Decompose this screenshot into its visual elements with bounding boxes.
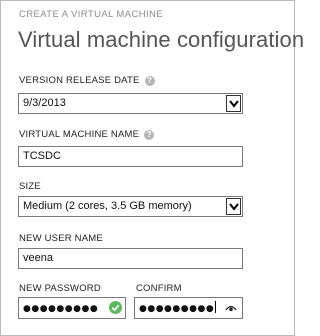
text-caret: [215, 301, 217, 313]
chevron-down-icon[interactable]: [226, 95, 241, 112]
new-password-masked: ●●●●●●●●●: [23, 304, 99, 314]
confirm-password-masked: ●●●●●●●●●: [139, 304, 215, 314]
version-release-date-value: 9/3/2013: [23, 97, 66, 109]
page-title: Virtual machine configuration: [18, 27, 305, 52]
size-value: Medium (2 cores, 3.5 GB memory): [23, 200, 192, 212]
vm-name-label-text: VIRTUAL MACHINE NAME: [19, 129, 140, 140]
user-name-label: NEW USER NAME: [19, 233, 103, 244]
check-icon: [109, 301, 122, 314]
new-password-label: NEW PASSWORD: [19, 283, 101, 294]
version-release-date-select[interactable]: 9/3/2013: [18, 93, 243, 114]
dialog-frame: CREATE A VIRTUAL MACHINE Virtual machine…: [0, 0, 304, 336]
eye-icon[interactable]: [225, 302, 237, 313]
vm-name-label: VIRTUAL MACHINE NAME?: [19, 129, 155, 140]
size-label: SIZE: [19, 181, 41, 192]
vm-name-value: TCSDC: [23, 150, 61, 162]
chevron-down-icon[interactable]: [226, 198, 241, 215]
confirm-password-input[interactable]: ●●●●●●●●●: [134, 297, 243, 319]
wizard-eyebrow: CREATE A VIRTUAL MACHINE: [19, 9, 164, 20]
user-name-input[interactable]: veena: [18, 248, 243, 269]
question-icon[interactable]: ?: [144, 130, 155, 140]
version-release-date-label: VERSION RELEASE DATE?: [19, 75, 155, 86]
version-release-date-label-text: VERSION RELEASE DATE: [19, 75, 140, 86]
confirm-label: CONFIRM: [136, 283, 182, 294]
user-name-value: veena: [23, 252, 53, 264]
new-password-input[interactable]: ●●●●●●●●●: [18, 297, 126, 319]
vm-name-input[interactable]: TCSDC: [18, 146, 243, 167]
question-icon[interactable]: ?: [144, 76, 155, 86]
size-select[interactable]: Medium (2 cores, 3.5 GB memory): [18, 196, 243, 217]
